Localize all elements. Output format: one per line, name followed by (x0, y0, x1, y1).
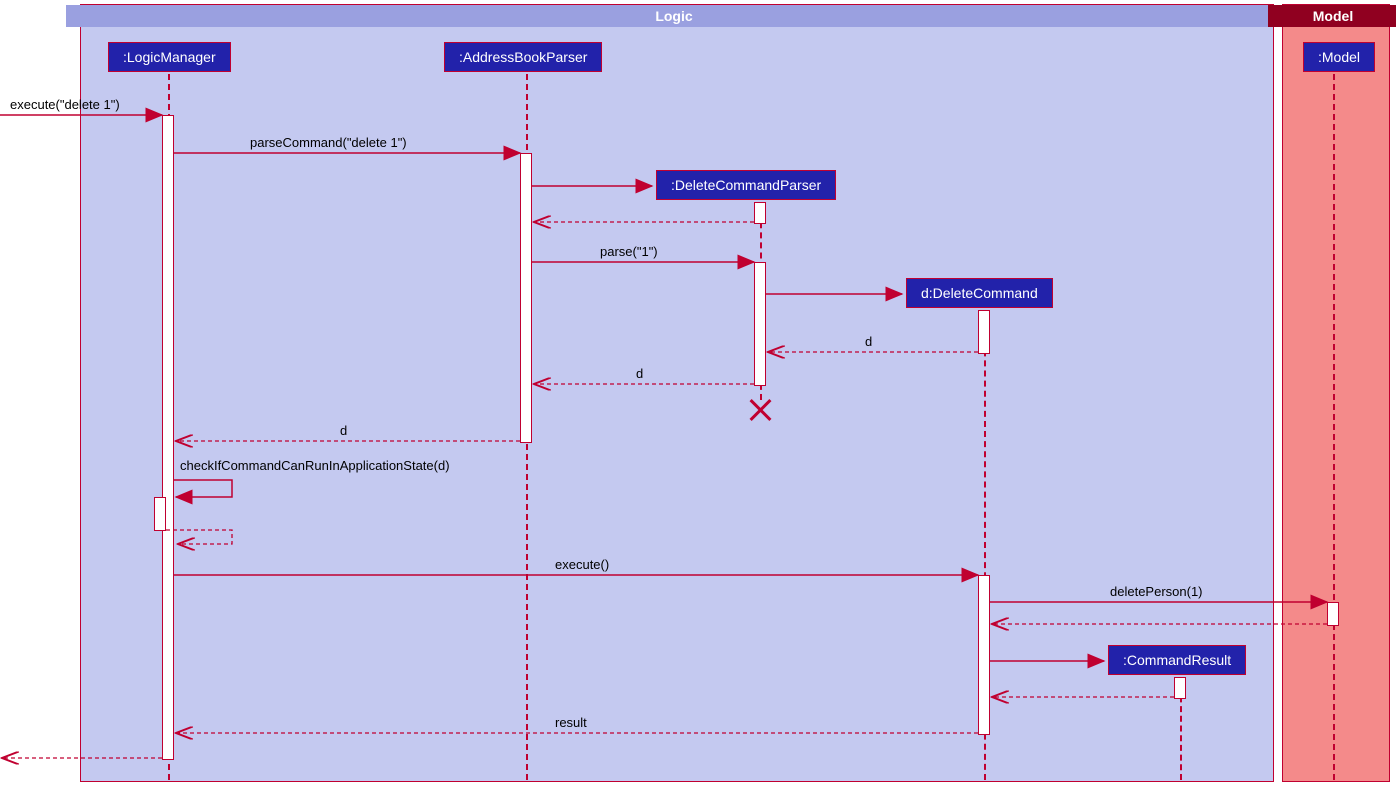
label-delete-person: deletePerson(1) (1110, 584, 1203, 599)
activation-delete-command-2 (978, 575, 990, 735)
activation-model (1327, 602, 1339, 626)
activation-address-book-parser (520, 153, 532, 443)
label-result: result (555, 715, 587, 730)
participant-command-result: :CommandResult (1108, 645, 1246, 675)
activation-delete-command-1 (978, 310, 990, 354)
participant-delete-command: d:DeleteCommand (906, 278, 1053, 308)
frame-logic-title: Logic (66, 5, 1288, 27)
participant-logic-manager: :LogicManager (108, 42, 231, 72)
label-check-command: checkIfCommandCanRunInApplicationState(d… (180, 458, 450, 473)
label-parse-command: parseCommand("delete 1") (250, 135, 407, 150)
destroy-delete-command-parser (748, 398, 772, 422)
frame-logic: Logic (80, 4, 1274, 782)
label-parse-1: parse("1") (600, 244, 658, 259)
activation-logic-manager (162, 115, 174, 760)
lifeline-model (1333, 74, 1335, 780)
label-execute-delete: execute("delete 1") (10, 97, 120, 112)
frame-model: Model (1282, 4, 1390, 782)
label-return-d-3: d (340, 423, 347, 438)
activation-delete-command-parser-2 (754, 262, 766, 386)
participant-model: :Model (1303, 42, 1375, 72)
label-return-d-1: d (865, 334, 872, 349)
participant-delete-command-parser: :DeleteCommandParser (656, 170, 836, 200)
activation-command-result (1174, 677, 1186, 699)
activation-delete-command-parser-1 (754, 202, 766, 224)
label-return-d-2: d (636, 366, 643, 381)
frame-model-title: Model (1268, 5, 1396, 27)
activation-logic-manager-self (154, 497, 166, 531)
label-execute: execute() (555, 557, 609, 572)
participant-address-book-parser: :AddressBookParser (444, 42, 602, 72)
